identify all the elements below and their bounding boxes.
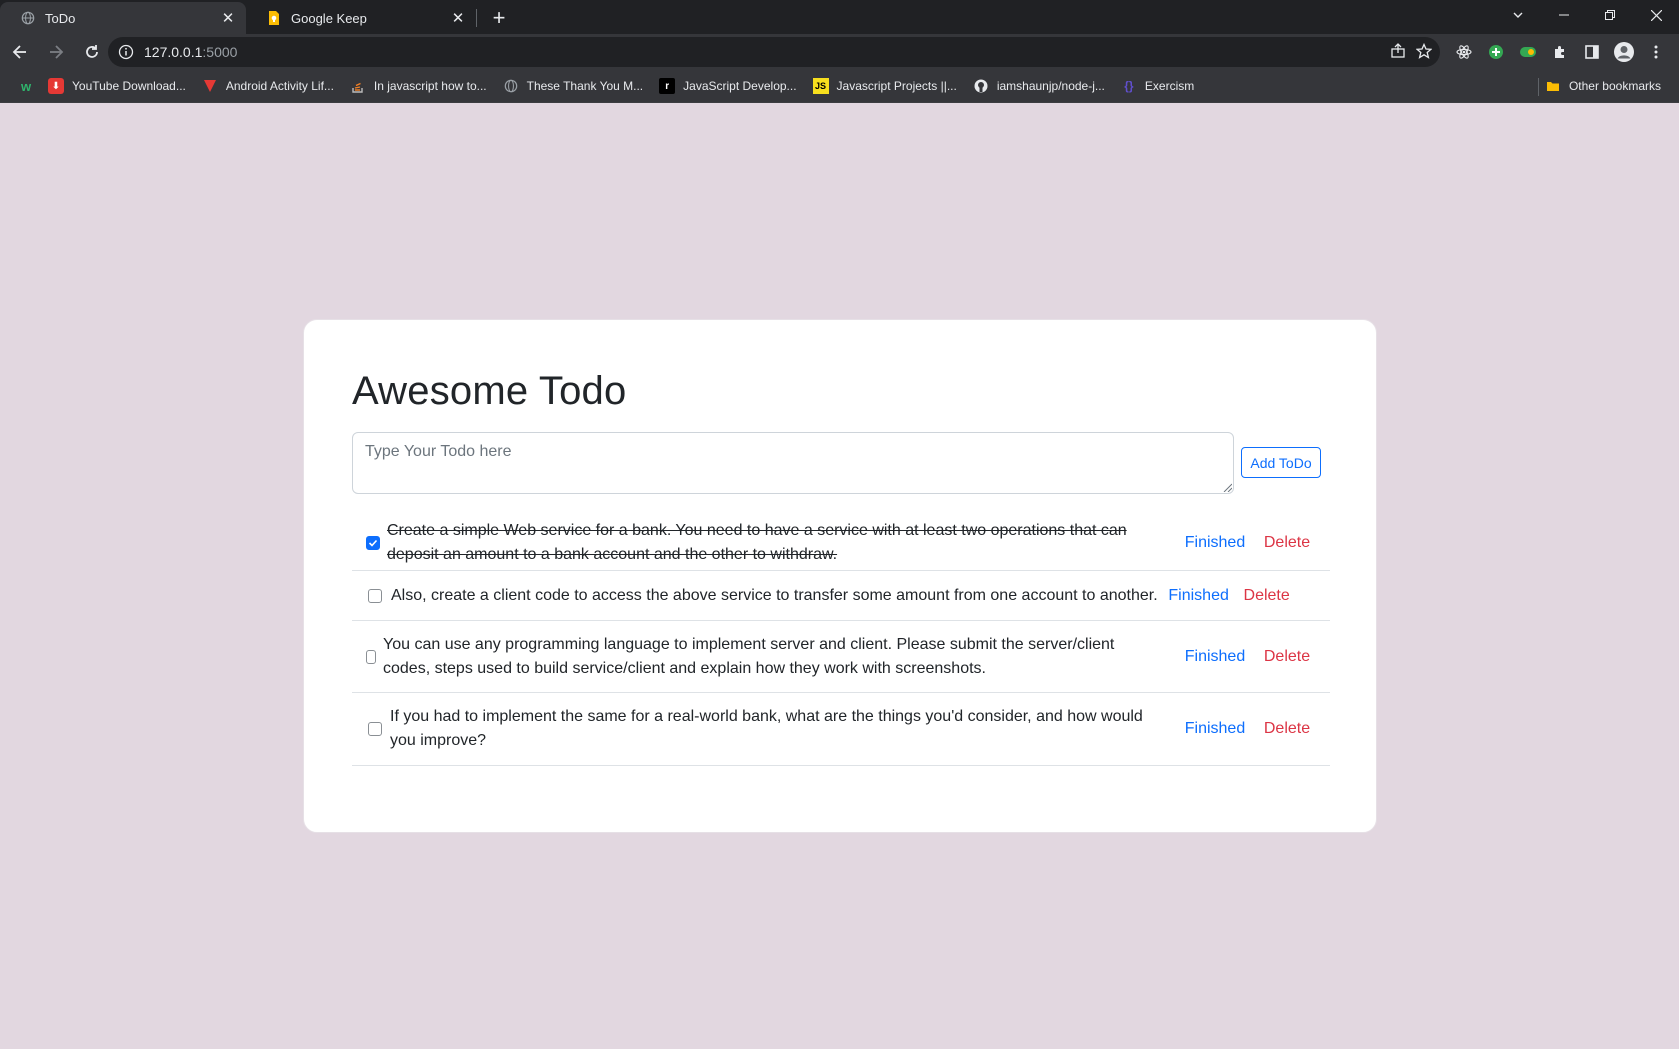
close-tab-icon[interactable]: ✕ <box>450 10 466 27</box>
bookmark-item[interactable]: JS Javascript Projects ||... <box>805 72 965 100</box>
bookmark-label: These Thank You M... <box>526 79 644 93</box>
minimize-icon[interactable] <box>1541 0 1587 30</box>
r-icon: r <box>659 78 676 94</box>
bookmark-item[interactable]: In javascript how to... <box>342 72 495 100</box>
todo-item: You can use any programming language to … <box>352 621 1330 693</box>
resize-handle-icon[interactable] <box>1222 482 1232 492</box>
bookmark-label: In javascript how to... <box>373 79 487 93</box>
profile-avatar-icon[interactable] <box>1608 34 1640 70</box>
tab-divider <box>476 9 477 27</box>
bookmark-label: Exercism <box>1144 79 1195 93</box>
todo-item: Create a simple Web service for a bank. … <box>352 516 1330 571</box>
tab-title: Google Keep <box>291 10 367 26</box>
address-bar-actions <box>1390 37 1433 67</box>
reload-icon <box>86 45 98 58</box>
window-controls <box>1495 0 1679 30</box>
delete-button[interactable]: Delete <box>1252 648 1322 666</box>
google-keep-icon <box>266 10 282 26</box>
todo-item: Also, create a client code to access the… <box>352 571 1330 621</box>
globe-icon <box>20 10 36 26</box>
bookmark-label: Android Activity Lif... <box>225 79 334 93</box>
browser-toolbar: 127.0.0.1:5000 <box>0 34 1679 70</box>
tab-title: ToDo <box>45 10 76 26</box>
stackoverflow-icon <box>350 78 366 94</box>
restore-icon[interactable] <box>1587 0 1633 30</box>
delete-button[interactable]: Delete <box>1232 587 1302 605</box>
finished-button[interactable]: Finished <box>1178 720 1252 738</box>
back-button[interactable] <box>4 36 36 68</box>
globe-icon <box>503 78 519 94</box>
tab-search-icon[interactable] <box>1495 0 1541 30</box>
bookmark-label: YouTube Download... <box>72 79 186 93</box>
download-icon: ⬇ <box>48 78 64 94</box>
finished-button[interactable]: Finished <box>1166 587 1232 605</box>
url-port: :5000 <box>202 44 238 60</box>
add-todo-button[interactable]: Add ToDo <box>1241 447 1321 478</box>
more-menu-icon[interactable] <box>1640 34 1672 70</box>
tab-todo[interactable]: ToDo ✕ <box>0 2 246 34</box>
bookmarks-bar: w ⬇ YouTube Download... Android Activity… <box>0 70 1679 103</box>
todo-actions: Finished Delete <box>1178 534 1330 552</box>
bookmark-item[interactable]: Android Activity Lif... <box>194 72 342 100</box>
vivaldi-icon <box>202 78 218 94</box>
github-icon <box>973 78 989 94</box>
todo-text: You can use any programming language to … <box>383 635 1115 677</box>
url-host: 127.0.0.1 <box>144 44 203 60</box>
delete-button[interactable]: Delete <box>1252 534 1322 552</box>
finished-button[interactable]: Finished <box>1178 534 1252 552</box>
todo-actions: Finished Delete <box>1178 648 1330 666</box>
w-icon: w <box>20 78 32 94</box>
todo-text: If you had to implement the same for a r… <box>390 708 1143 749</box>
reload-button[interactable] <box>76 36 108 68</box>
close-tab-icon[interactable]: ✕ <box>220 10 236 27</box>
todo-item: If you had to implement the same for a r… <box>352 693 1330 766</box>
new-tab-button[interactable]: + <box>485 4 513 32</box>
other-bookmarks[interactable]: Other bookmarks <box>1537 72 1669 100</box>
todo-text: Create a simple Web service for a bank. … <box>387 522 1127 563</box>
plus-circle-extension-icon[interactable] <box>1480 34 1512 70</box>
finished-button[interactable]: Finished <box>1178 648 1252 666</box>
bookmark-item[interactable]: These Thank You M... <box>495 72 652 100</box>
bookmark-label: JavaScript Develop... <box>683 79 797 93</box>
back-arrow-icon <box>12 45 26 59</box>
check-icon <box>368 539 378 547</box>
bookmark-label: iamshaunjp/node-j... <box>996 79 1105 93</box>
close-window-icon[interactable] <box>1633 0 1679 30</box>
bookmark-item[interactable]: w <box>12 72 40 100</box>
todo-checkbox[interactable] <box>366 649 376 664</box>
page-title: Awesome Todo <box>352 369 627 413</box>
other-bookmarks-label: Other bookmarks <box>1568 79 1661 93</box>
bookmark-item[interactable]: ⬇ YouTube Download... <box>40 72 194 100</box>
puzzle-extensions-icon[interactable] <box>1544 34 1576 70</box>
bookmark-item[interactable]: r JavaScript Develop... <box>651 72 804 100</box>
bookmark-item[interactable]: {} Exercism <box>1113 72 1202 100</box>
bookmark-label: Javascript Projects ||... <box>836 79 957 93</box>
delete-button[interactable]: Delete <box>1252 720 1322 738</box>
todo-card: Awesome Todo Add ToDo Create a simple We… <box>303 319 1377 833</box>
extensions-area <box>1448 34 1672 70</box>
forward-button[interactable] <box>40 36 72 68</box>
todo-checkbox[interactable] <box>368 588 382 603</box>
tab-google-keep[interactable]: Google Keep ✕ <box>246 2 476 34</box>
browser-tab-strip: ToDo ✕ Google Keep ✕ + <box>0 0 1679 34</box>
bookmark-item[interactable]: iamshaunjp/node-j... <box>965 72 1113 100</box>
react-devtools-icon[interactable] <box>1448 34 1480 70</box>
side-panel-icon[interactable] <box>1576 34 1608 70</box>
address-bar[interactable]: 127.0.0.1:5000 <box>108 37 1440 67</box>
todo-checkbox[interactable] <box>366 536 380 550</box>
todo-checkbox[interactable] <box>368 722 382 736</box>
bookmark-star-icon[interactable] <box>1415 42 1433 62</box>
share-icon[interactable] <box>1390 42 1406 62</box>
todo-actions: Finished Delete <box>1166 587 1310 605</box>
todo-list: Create a simple Web service for a bank. … <box>352 516 1330 766</box>
site-info-icon[interactable] <box>118 44 134 60</box>
js-icon: JS <box>812 78 829 94</box>
exercism-icon: {} <box>1124 79 1134 93</box>
todo-text: Also, create a client code to access the… <box>391 586 1158 604</box>
forward-arrow-icon <box>50 45 64 59</box>
green-extension-icon[interactable] <box>1512 34 1544 70</box>
todo-input[interactable] <box>352 432 1234 494</box>
folder-icon <box>1545 78 1561 94</box>
todo-actions: Finished Delete <box>1178 720 1330 738</box>
